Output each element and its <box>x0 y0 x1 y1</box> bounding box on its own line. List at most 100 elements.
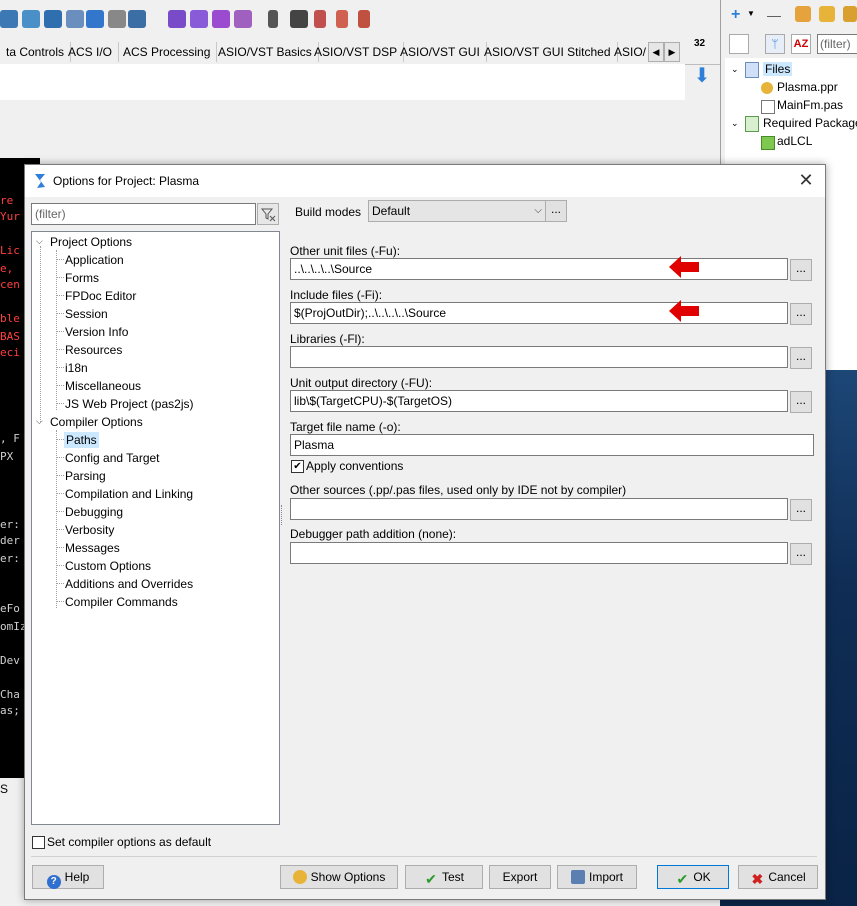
layout-icon[interactable] <box>44 10 62 28</box>
tree-files[interactable]: Files <box>763 62 793 76</box>
close-icon[interactable]: ✕ <box>795 169 817 191</box>
monitor-icon[interactable] <box>128 10 146 28</box>
unit-output-directory-input[interactable]: lib\$(TargetCPU)-$(TargetOS) <box>290 390 788 412</box>
build-modes-button[interactable]: ... <box>545 200 567 222</box>
tree-js-web-project[interactable]: JS Web Project (pas2js) <box>65 396 194 412</box>
form-icon[interactable] <box>66 10 84 28</box>
chevron-down-icon[interactable]: ⌄ <box>731 118 739 129</box>
build-modes-select[interactable]: Default ⌵ <box>368 200 547 222</box>
other-unit-files-browse-button[interactable]: ... <box>790 259 812 281</box>
tree-parsing[interactable]: Parsing <box>65 468 106 484</box>
test-button[interactable]: ✔ Test <box>405 865 483 889</box>
inspector-filter-input[interactable]: (filter) <box>817 34 857 54</box>
add-icon[interactable]: + <box>731 6 740 24</box>
remove-icon[interactable]: — <box>767 7 781 23</box>
step-over-icon[interactable] <box>336 10 348 28</box>
tree-config-and-target[interactable]: Config and Target <box>65 450 160 466</box>
set-default-checkbox[interactable] <box>32 836 45 849</box>
tree-mainfm-pas[interactable]: MainFm.pas <box>777 98 843 112</box>
stop-icon[interactable] <box>290 10 308 28</box>
tree-messages[interactable]: Messages <box>65 540 120 556</box>
tree-project-options[interactable]: Project Options <box>50 234 132 250</box>
pause-icon[interactable] <box>268 10 278 28</box>
tree-fpdoc-editor[interactable]: FPDoc Editor <box>65 288 136 304</box>
run-icon[interactable] <box>212 10 230 28</box>
tab-acs-io[interactable]: ACS I/O <box>62 42 120 62</box>
tree-application[interactable]: Application <box>65 252 124 268</box>
tab-asio-vst-gui[interactable]: ASIO/VST GUI <box>394 42 487 62</box>
chevron-down-icon[interactable]: ⌵ <box>36 237 45 246</box>
options-filter-input[interactable]: (filter) <box>31 203 256 225</box>
show-directory-icon[interactable] <box>729 34 749 54</box>
cancel-button[interactable]: ✖ Cancel <box>738 865 818 889</box>
chevron-down-icon[interactable]: ▼ <box>747 9 755 18</box>
clear-filter-icon[interactable] <box>257 203 279 225</box>
wave-icon[interactable] <box>86 10 104 28</box>
tree-plasma-ppr[interactable]: Plasma.ppr <box>777 80 838 94</box>
libraries-input[interactable] <box>290 346 788 368</box>
tools-icon[interactable] <box>108 10 126 28</box>
tree-resources[interactable]: Resources <box>65 342 122 358</box>
tree-additions-and-overrides[interactable]: Additions and Overrides <box>65 576 193 592</box>
apply-conventions-checkbox[interactable]: ✔ <box>291 460 304 473</box>
red-arrow-icon <box>669 300 699 322</box>
other-sources-browse-button[interactable]: ... <box>790 499 812 521</box>
export-button[interactable]: Export <box>489 865 551 889</box>
ide-panel <box>0 100 720 158</box>
step-into-icon[interactable] <box>314 10 326 28</box>
run-params-icon[interactable] <box>234 10 252 28</box>
tree-i18n[interactable]: i18n <box>65 360 88 376</box>
tab-asio-more[interactable]: ASIO/ <box>608 42 652 62</box>
show-options-button[interactable]: Show Options <box>280 865 398 889</box>
tree-forms[interactable]: Forms <box>65 270 99 286</box>
chevron-down-icon[interactable]: ⌵ <box>36 417 45 426</box>
tree-paths[interactable]: Paths <box>64 432 99 448</box>
tree-custom-options[interactable]: Custom Options <box>65 558 151 574</box>
sort-az-icon[interactable]: AZ <box>791 34 811 54</box>
tab-asio-vst-gui-stitched[interactable]: ASIO/VST GUI Stitched <box>478 42 618 62</box>
options-icon[interactable] <box>795 6 811 22</box>
tab-data-controls[interactable]: ta Controls <box>0 42 72 62</box>
grid-icon[interactable] <box>22 10 40 28</box>
component-icon[interactable] <box>0 10 18 28</box>
tab-asio-vst-dsp[interactable]: ASIO/VST DSP <box>308 42 405 62</box>
check-icon: ✔ <box>676 871 689 887</box>
package-icon[interactable] <box>819 6 835 22</box>
tree-miscellaneous[interactable]: Miscellaneous <box>65 378 141 394</box>
tree-version-info[interactable]: Version Info <box>65 324 128 340</box>
libraries-browse-button[interactable]: ... <box>790 347 812 369</box>
help-button[interactable]: ? Help <box>32 865 104 889</box>
debugger-path-input[interactable] <box>290 542 788 564</box>
scroll-right-icon[interactable]: ▶ <box>664 42 680 62</box>
tree-compiler-options[interactable]: Compiler Options <box>50 414 143 430</box>
other-unit-files-input[interactable]: ..\..\..\..\Source <box>290 258 788 280</box>
tree-debugging[interactable]: Debugging <box>65 504 123 520</box>
help-icon: ? <box>46 875 61 889</box>
splitter-handle[interactable] <box>281 505 285 525</box>
import-button[interactable]: Import <box>557 865 637 889</box>
target-file-name-input[interactable]: Plasma <box>290 434 814 456</box>
help-package-icon[interactable] <box>843 6 857 22</box>
include-files-browse-button[interactable]: ... <box>790 303 812 325</box>
gear-icon[interactable] <box>168 10 186 28</box>
arrow-down-icon[interactable]: ⬇ <box>692 66 712 86</box>
ok-button[interactable]: ✔ OK <box>657 865 729 889</box>
tab-acs-processing[interactable]: ACS Processing <box>117 42 218 62</box>
unit-output-directory-browse-button[interactable]: ... <box>790 391 812 413</box>
debugger-path-browse-button[interactable]: ... <box>790 543 812 565</box>
scroll-left-icon[interactable]: ◀ <box>648 42 664 62</box>
other-sources-label: Other sources (.pp/.pas files, used only… <box>290 483 627 497</box>
step-out-icon[interactable] <box>358 10 370 28</box>
gears-icon[interactable] <box>190 10 208 28</box>
tree-adlcl[interactable]: adLCL <box>777 134 812 148</box>
tree-compilation-and-linking[interactable]: Compilation and Linking <box>65 486 193 502</box>
tab-asio-vst-basics[interactable]: ASIO/VST Basics <box>212 42 319 62</box>
chevron-down-icon[interactable]: ⌄ <box>731 64 739 75</box>
tree-session[interactable]: Session <box>65 306 108 322</box>
tree-view-icon[interactable]: ᛘ <box>765 34 785 54</box>
tree-verbosity[interactable]: Verbosity <box>65 522 114 538</box>
tree-compiler-commands[interactable]: Compiler Commands <box>65 594 178 610</box>
tree-required-packages[interactable]: Required Package <box>763 116 857 130</box>
other-sources-input[interactable] <box>290 498 788 520</box>
include-files-input[interactable]: $(ProjOutDir);..\..\..\..\Source <box>290 302 788 324</box>
